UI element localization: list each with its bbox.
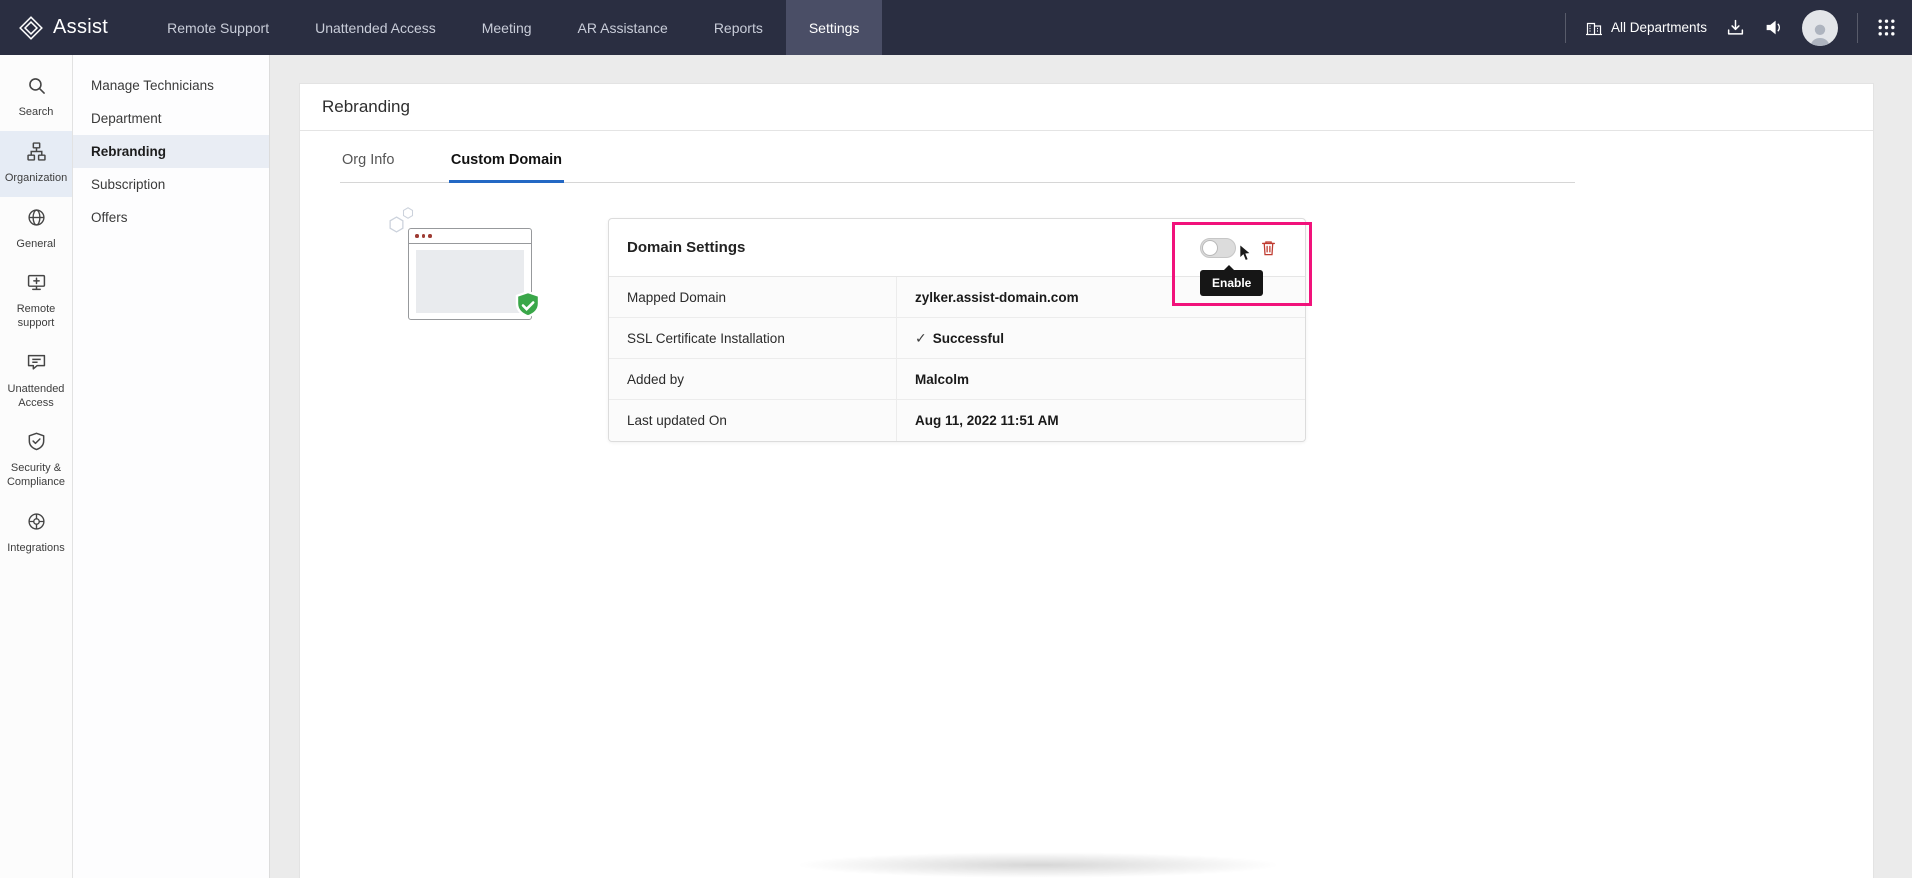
sidebar-item-rebranding[interactable]: Rebranding	[73, 135, 269, 168]
row-value: Malcolm	[915, 371, 970, 387]
tab-org-info[interactable]: Org Info	[340, 148, 396, 182]
verified-shield-icon	[513, 290, 543, 327]
row-value: zylker.assist-domain.com	[915, 289, 1079, 305]
download-icon[interactable]	[1726, 18, 1745, 37]
table-row: Added by Malcolm	[609, 359, 1305, 400]
tab-custom-domain[interactable]: Custom Domain	[448, 148, 565, 183]
enable-toggle[interactable]	[1200, 237, 1236, 258]
sidebar-item-subscription[interactable]: Subscription	[73, 168, 269, 201]
row-label: Mapped Domain	[609, 277, 897, 317]
table-row: SSL Certificate Installation ✓ Successfu…	[609, 318, 1305, 359]
rail-item-label: General	[16, 237, 56, 250]
hexagon-decoration-icon	[388, 216, 405, 238]
rail-item-label: Organization	[4, 171, 68, 184]
browser-body-graphic	[416, 250, 524, 313]
nav-remote-support[interactable]: Remote Support	[144, 0, 292, 55]
rail-item-general[interactable]: General	[0, 197, 72, 263]
domain-card-header: Domain Settings	[609, 219, 1305, 277]
toggle-knob	[1202, 239, 1218, 256]
tab-bar: Org Info Custom Domain	[340, 148, 1575, 183]
ssl-status-text: Successful	[932, 330, 1005, 346]
departments-icon	[1585, 19, 1603, 37]
nav-reports[interactable]: Reports	[691, 0, 786, 55]
shadow-smudge	[794, 852, 1282, 878]
remote-support-icon	[27, 273, 46, 297]
browser-dot-icon	[415, 234, 419, 238]
row-label: SSL Certificate Installation	[609, 318, 897, 358]
browser-window-graphic	[408, 228, 541, 320]
primary-nav: Remote Support Unattended Access Meeting…	[144, 0, 883, 55]
rail-item-label: Unattended Access	[7, 382, 65, 409]
organization-icon	[26, 142, 46, 166]
enable-tooltip: Enable	[1200, 265, 1264, 296]
settings-sidebar: Manage Technicians Department Rebranding…	[73, 55, 270, 878]
browser-titlebar-graphic	[409, 229, 531, 244]
rail-item-label: Remote support	[16, 303, 56, 329]
page-header: Rebranding	[300, 84, 1873, 131]
navbar-divider	[1857, 12, 1858, 43]
announcement-icon[interactable]	[1764, 18, 1783, 37]
department-filter[interactable]: All Departments	[1585, 19, 1707, 37]
rail-item-remote-support[interactable]: Remote support	[0, 262, 72, 342]
cursor-icon	[1238, 243, 1253, 267]
sidebar-item-department[interactable]: Department	[73, 102, 269, 135]
assist-logo-icon	[18, 15, 44, 41]
user-avatar[interactable]	[1802, 9, 1838, 46]
nav-meeting[interactable]: Meeting	[459, 0, 555, 55]
rail-item-unattended-access[interactable]: Unattended Access	[0, 342, 72, 422]
rail-item-label: Search	[18, 106, 54, 118]
table-row: Last updated On Aug 11, 2022 11:51 AM	[609, 400, 1305, 441]
delete-domain-icon[interactable]	[1260, 239, 1277, 257]
brand[interactable]: Assist	[0, 15, 118, 41]
check-icon: ✓	[915, 329, 927, 346]
domain-illustration	[386, 207, 546, 336]
row-value: ✓ Successful	[897, 330, 1004, 347]
search-icon	[27, 76, 46, 100]
integrations-icon	[27, 512, 46, 536]
rail-item-label: Security & Compliance	[6, 462, 66, 488]
row-value: Aug 11, 2022 11:51 AM	[915, 413, 1059, 428]
navbar-divider	[1564, 12, 1566, 43]
rail-item-security-compliance[interactable]: Security & Compliance	[0, 421, 72, 501]
navbar-right-cluster: All Departments	[1564, 9, 1912, 46]
row-label: Added by	[609, 359, 897, 399]
rail-item-integrations[interactable]: Integrations	[0, 501, 72, 567]
domain-settings-card: Domain Settings Mapped Domain zylker.ass…	[608, 218, 1306, 442]
unattended-access-icon	[27, 353, 46, 377]
icon-rail: Search Organization General Remote suppo…	[0, 55, 73, 878]
main-panel: Rebranding Org Info Custom Domain Domain…	[299, 83, 1874, 878]
rail-item-organization[interactable]: Organization	[0, 130, 72, 197]
apps-grid-icon[interactable]	[1877, 18, 1896, 37]
sidebar-item-manage-technicians[interactable]: Manage Technicians	[73, 69, 269, 102]
brand-name: Assist	[53, 16, 109, 38]
row-label: Last updated On	[609, 400, 897, 441]
top-navbar: Assist Remote Support Unattended Access …	[0, 0, 1912, 55]
sidebar-item-offers[interactable]: Offers	[73, 201, 269, 234]
rail-item-search[interactable]: Search	[0, 65, 72, 131]
domain-details-table: Mapped Domain zylker.assist-domain.com S…	[609, 277, 1305, 441]
browser-dot-icon	[421, 234, 425, 238]
browser-dot-icon	[428, 234, 432, 238]
page-title: Rebranding	[322, 97, 410, 116]
nav-ar-assistance[interactable]: AR Assistance	[555, 0, 691, 55]
nav-unattended-access[interactable]: Unattended Access	[292, 0, 459, 55]
nav-settings[interactable]: Settings	[785, 0, 883, 55]
domain-card-title: Domain Settings	[627, 239, 746, 256]
security-shield-icon	[27, 432, 46, 456]
globe-icon	[27, 208, 46, 232]
department-filter-label: All Departments	[1610, 20, 1707, 35]
rail-item-label: Integrations	[7, 541, 65, 554]
